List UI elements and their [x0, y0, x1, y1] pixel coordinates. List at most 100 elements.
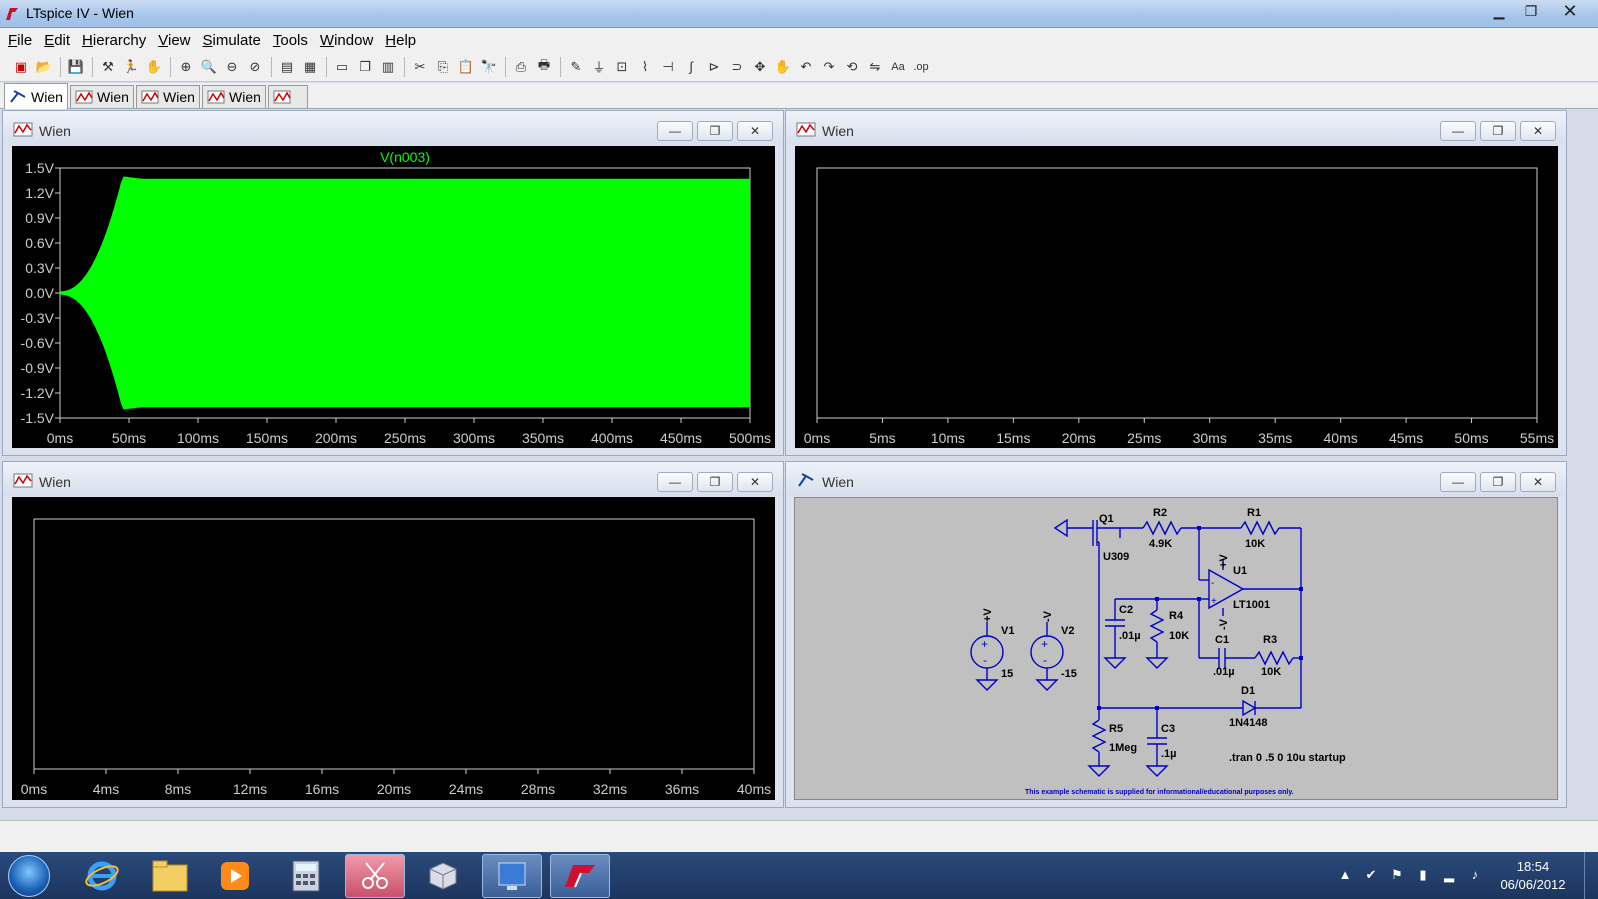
plot-area-2[interactable]: 0ms 5ms 10ms 15ms 20ms 25ms 30ms 35ms 40ms 45ms 50… — [795, 146, 1558, 448]
menu-simulate[interactable]: Simulate — [197, 32, 267, 49]
y-tick-label: -0.3V — [21, 310, 55, 326]
diode-icon[interactable]: ⊳ — [703, 56, 725, 78]
child-restore-button[interactable]: ❐ — [697, 121, 733, 141]
drag-icon[interactable]: ✋ — [772, 56, 794, 78]
zoom-in-icon[interactable]: ⊕ — [175, 56, 197, 78]
taskbar-app-window[interactable] — [482, 854, 542, 898]
menu-edit[interactable]: Edit — [38, 32, 76, 49]
tab-plot-3[interactable]: Wien — [202, 85, 266, 108]
open-icon[interactable]: 📂 — [33, 56, 55, 78]
save-icon[interactable]: 💾 — [65, 56, 87, 78]
tile-horizontal-icon[interactable]: ▭ — [331, 56, 353, 78]
copy-icon[interactable]: ⎘ — [432, 56, 454, 78]
child-minimize-button[interactable]: — — [657, 472, 693, 492]
redo-icon[interactable]: ↷ — [818, 56, 840, 78]
zoom-fit-icon[interactable]: ⊘ — [244, 56, 266, 78]
schematic-window-titlebar[interactable]: Wien — ❐ ✕ — [786, 462, 1566, 496]
child-restore-button[interactable]: ❐ — [697, 472, 733, 492]
undo-icon[interactable]: ↶ — [795, 56, 817, 78]
child-close-button[interactable]: ✕ — [1520, 472, 1556, 492]
trace-label[interactable]: V(n003) — [380, 149, 430, 165]
start-button[interactable] — [8, 855, 50, 897]
child-restore-button[interactable]: ❐ — [1480, 472, 1516, 492]
paste-icon[interactable]: 📋 — [455, 56, 477, 78]
plot-window-3-titlebar[interactable]: Wien — ❐ ✕ — [3, 462, 783, 496]
run-icon[interactable]: 🏃 — [120, 56, 142, 78]
menu-file[interactable]: File — [2, 32, 38, 49]
child-close-button[interactable]: ✕ — [1520, 121, 1556, 141]
menu-help[interactable]: Help — [379, 32, 422, 49]
text-icon[interactable]: Aa — [887, 56, 909, 78]
autorange-icon[interactable]: ▤ — [276, 56, 298, 78]
plot-area-3[interactable]: 0ms 4ms 8ms 12ms 16ms 20ms 24ms 28ms 32ms 36ms 40m… — [12, 497, 775, 800]
print-preview-icon[interactable]: ⎙ — [510, 56, 532, 78]
mirror-icon[interactable]: ⇋ — [864, 56, 886, 78]
menu-view[interactable]: View — [152, 32, 196, 49]
zoom-out-icon[interactable]: ⊖ — [221, 56, 243, 78]
taskbar-app-box[interactable] — [413, 854, 473, 898]
halt-icon[interactable]: ✋ — [143, 56, 165, 78]
x-tick-label: 25ms — [1127, 430, 1161, 446]
power-icon[interactable]: ▮ — [1414, 867, 1432, 885]
menu-hierarchy[interactable]: Hierarchy — [76, 32, 152, 49]
wire-icon[interactable]: ✎ — [565, 56, 587, 78]
grid-icon[interactable]: ▦ — [299, 56, 321, 78]
plot-window-1[interactable]: Wien — ❐ ✕ 0ms 50ms 100ms 150ms 200ms 250ms 30… — [2, 110, 784, 456]
spice-directive-icon[interactable]: .op — [910, 56, 932, 78]
child-restore-button[interactable]: ❐ — [1480, 121, 1516, 141]
child-close-button[interactable]: ✕ — [737, 472, 773, 492]
child-minimize-button[interactable]: — — [1440, 472, 1476, 492]
plot-window-2[interactable]: Wien — ❐ ✕ 0ms 5ms 10ms 15ms 20ms 25ms 30ms 35m… — [785, 110, 1567, 456]
new-schematic-icon[interactable]: ▣ — [10, 56, 32, 78]
child-close-button[interactable]: ✕ — [737, 121, 773, 141]
label-net-icon[interactable]: ⊡ — [611, 56, 633, 78]
taskbar-snipping-tool[interactable] — [345, 854, 405, 898]
clock[interactable]: 18:54 06/06/2012 — [1488, 858, 1578, 894]
show-desktop-button[interactable] — [1584, 852, 1598, 899]
tab-plot-4[interactable] — [268, 85, 308, 108]
print-icon[interactable]: 🖶 — [533, 56, 555, 78]
tab-plot-2[interactable]: Wien — [136, 85, 200, 108]
pan-icon[interactable]: 🔍 — [198, 56, 220, 78]
child-minimize-button[interactable]: — — [1440, 121, 1476, 141]
flag-icon[interactable]: ⚑ — [1388, 867, 1406, 885]
cut-icon[interactable]: ✂ — [409, 56, 431, 78]
taskbar-media-player[interactable] — [205, 854, 265, 898]
taskbar-ltspice[interactable] — [550, 854, 610, 898]
cascade-icon[interactable]: ❐ — [354, 56, 376, 78]
plot-window-1-titlebar[interactable]: Wien — ❐ ✕ — [3, 111, 783, 145]
volume-icon[interactable]: ♪ — [1466, 867, 1484, 885]
trace-v-n003[interactable] — [60, 176, 750, 410]
show-hidden-icons-icon[interactable]: ▲ — [1336, 867, 1354, 885]
component-icon[interactable]: ⊃ — [726, 56, 748, 78]
resistor-icon[interactable]: ⌇ — [634, 56, 656, 78]
schematic-icon — [10, 89, 26, 103]
spice-directive[interactable]: .tran 0 .5 0 10u startup — [1229, 752, 1346, 764]
plot-window-3[interactable]: Wien — ❐ ✕ 0ms 4ms 8ms 12ms 16ms 20ms 24ms 28ms… — [2, 461, 784, 808]
schematic-window[interactable]: Wien — ❐ ✕ + - + - - + Q1 U309 R2 4.9K R… — [785, 461, 1567, 808]
child-minimize-button[interactable]: — — [657, 121, 693, 141]
control-panel-icon[interactable]: ⚒ — [97, 56, 119, 78]
minimize-button[interactable]: ▁ — [1484, 0, 1514, 22]
plot-window-2-titlebar[interactable]: Wien — ❐ ✕ — [786, 111, 1566, 145]
rotate-icon[interactable]: ⟲ — [841, 56, 863, 78]
taskbar-explorer[interactable] — [140, 854, 200, 898]
find-icon[interactable]: 🔭 — [478, 56, 500, 78]
close-button[interactable]: ✕ — [1548, 0, 1592, 22]
taskbar-internet-explorer[interactable] — [72, 854, 132, 898]
inductor-icon[interactable]: ∫ — [680, 56, 702, 78]
menu-window[interactable]: Window — [314, 32, 379, 49]
capacitor-icon[interactable]: ⊣ — [657, 56, 679, 78]
taskbar-calculator[interactable] — [276, 854, 336, 898]
tab-schematic-0[interactable]: Wien — [4, 83, 68, 109]
action-center-icon[interactable]: ✔ — [1362, 867, 1380, 885]
tab-plot-1[interactable]: Wien — [70, 85, 134, 108]
restore-button[interactable]: ❐ — [1516, 0, 1546, 22]
tile-vertical-icon[interactable]: ▥ — [377, 56, 399, 78]
ground-icon[interactable]: ⏚ — [588, 56, 610, 78]
network-icon[interactable]: ▂ — [1440, 867, 1458, 885]
plot-area-1[interactable]: 0ms 50ms 100ms 150ms 200ms 250ms 300ms 350ms 400… — [12, 146, 775, 448]
menu-tools[interactable]: Tools — [267, 32, 314, 49]
schematic-canvas[interactable]: + - + - - + Q1 U309 R2 4.9K R1 10K U1 LT… — [794, 497, 1558, 800]
move-icon[interactable]: ✥ — [749, 56, 771, 78]
